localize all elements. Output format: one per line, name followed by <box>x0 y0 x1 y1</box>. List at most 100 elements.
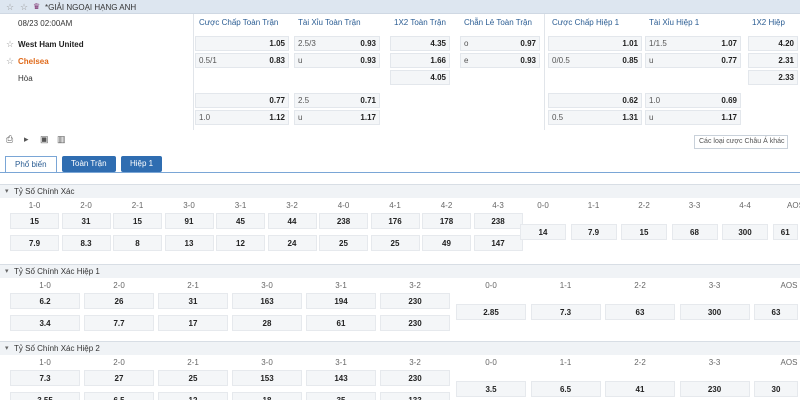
odds-button[interactable]: 230 <box>679 381 750 397</box>
odds-button[interactable]: 3.55 <box>10 392 80 400</box>
odds-button[interactable]: 27 <box>84 370 154 386</box>
odds-button[interactable]: 3.5 <box>456 381 526 397</box>
odds-cell[interactable]: u 1.17 <box>294 110 380 125</box>
odds-cell[interactable]: 0/0.5 0.85 <box>548 53 642 68</box>
odds-button[interactable]: 7.3 <box>10 370 80 386</box>
odds-cell[interactable]: 2.5 0.71 <box>294 93 380 108</box>
odds-cell[interactable]: u 0.77 <box>645 53 741 68</box>
odds-button[interactable]: 41 <box>605 381 675 397</box>
odds-button[interactable]: 25 <box>370 235 420 251</box>
odds-button[interactable]: 2.85 <box>456 304 526 320</box>
odds-cell[interactable]: o 0.97 <box>460 36 540 51</box>
odds-cell[interactable]: 1.0 1.12 <box>195 110 289 125</box>
section-header[interactable]: ▾ Tỷ Số Chính Xác Hiệp 1 <box>0 264 800 278</box>
odds-cell[interactable]: u 0.93 <box>294 53 380 68</box>
odds-button[interactable]: 14 <box>520 224 566 240</box>
star-icon[interactable]: ☆ <box>6 2 14 13</box>
odds-button[interactable]: 12 <box>216 235 265 251</box>
odds-button[interactable]: 143 <box>306 370 376 386</box>
odds-button[interactable]: 230 <box>380 315 450 331</box>
odds-button[interactable]: 7.9 <box>570 224 617 240</box>
odds-cell[interactable]: 1.66 <box>390 53 450 68</box>
odds-cell[interactable]: 1.0 0.69 <box>645 93 741 108</box>
odds-button[interactable]: 61 <box>306 315 376 331</box>
odds-button[interactable]: 44 <box>267 213 317 229</box>
odds-button[interactable]: 61 <box>772 224 798 240</box>
odds-cell[interactable]: 4.35 <box>390 36 450 51</box>
odds-button[interactable]: 63 <box>605 304 675 320</box>
odds-cell[interactable]: u 1.17 <box>645 110 741 125</box>
odds-button[interactable]: 63 <box>754 304 798 320</box>
odds-button[interactable]: 6.2 <box>10 293 80 309</box>
stats-icon[interactable]: ▥ <box>57 134 66 145</box>
column-header[interactable]: 1X2 Hiệp <box>752 18 785 27</box>
odds-cell[interactable]: 2.5/3 0.93 <box>294 36 380 51</box>
odds-cell[interactable]: 1.01 <box>548 36 642 51</box>
column-header[interactable]: Cược Chấp Toàn Trận <box>199 18 278 27</box>
odds-button[interactable]: 25 <box>158 370 228 386</box>
odds-button[interactable]: 163 <box>232 293 302 309</box>
star-icon[interactable]: ☆ <box>20 2 28 13</box>
odds-button[interactable]: 15 <box>10 213 59 229</box>
stream-icon[interactable]: ▣ <box>40 134 49 145</box>
tab-first-half[interactable]: Hiệp 1 <box>121 156 163 172</box>
chevron-down-icon[interactable]: ▾ <box>5 344 9 352</box>
odds-button[interactable]: 35 <box>306 392 376 400</box>
chevron-down-icon[interactable]: ▾ <box>5 267 9 275</box>
odds-cell[interactable]: 4.05 <box>390 70 450 85</box>
star-icon[interactable]: ☆ <box>6 39 14 50</box>
odds-button[interactable]: 25 <box>319 235 368 251</box>
odds-cell[interactable]: 0.77 <box>195 93 289 108</box>
odds-button[interactable]: 12 <box>158 392 228 400</box>
odds-button[interactable]: 300 <box>679 304 750 320</box>
odds-button[interactable]: 8.3 <box>61 235 111 251</box>
odds-button[interactable]: 6.5 <box>530 381 601 397</box>
odds-button[interactable]: 26 <box>84 293 154 309</box>
odds-button[interactable]: 8 <box>113 235 162 251</box>
odds-button[interactable]: 30 <box>754 381 798 397</box>
odds-button[interactable]: 45 <box>216 213 265 229</box>
market-dropdown[interactable]: Các loại cược Châu Á khác <box>694 135 788 149</box>
odds-button[interactable]: 194 <box>306 293 376 309</box>
odds-button[interactable]: 230 <box>380 293 450 309</box>
odds-button[interactable]: 68 <box>671 224 718 240</box>
odds-button[interactable]: 18 <box>232 392 302 400</box>
odds-button[interactable]: 7.9 <box>10 235 59 251</box>
star-icon[interactable]: ☆ <box>6 56 14 67</box>
odds-button[interactable]: 15 <box>113 213 162 229</box>
odds-button[interactable]: 238 <box>473 213 523 229</box>
section-header[interactable]: ▾ Tỷ Số Chính Xác Hiệp 2 <box>0 341 800 355</box>
chevron-down-icon[interactable]: ▾ <box>5 187 9 195</box>
odds-button[interactable]: 28 <box>232 315 302 331</box>
column-header[interactable]: 1X2 Toàn Trận <box>394 18 446 27</box>
odds-button[interactable]: 15 <box>621 224 667 240</box>
odds-button[interactable]: 176 <box>370 213 420 229</box>
odds-button[interactable]: 91 <box>164 213 214 229</box>
odds-button[interactable]: 300 <box>722 224 768 240</box>
column-header[interactable]: Tài Xỉu Hiệp 1 <box>649 18 699 27</box>
odds-button[interactable]: 238 <box>319 213 368 229</box>
print-icon[interactable]: ⎙ <box>6 134 13 145</box>
odds-button[interactable]: 230 <box>380 370 450 386</box>
odds-cell[interactable]: 1/1.5 1.07 <box>645 36 741 51</box>
odds-button[interactable]: 3.4 <box>10 315 80 331</box>
odds-button[interactable]: 133 <box>380 392 450 400</box>
odds-button[interactable]: 178 <box>422 213 471 229</box>
odds-cell[interactable]: 0.5 1.31 <box>548 110 642 125</box>
odds-cell[interactable]: 4.20 <box>748 36 798 51</box>
tab-full-time[interactable]: Toàn Trận <box>62 156 116 172</box>
odds-cell[interactable]: 1.05 <box>195 36 289 51</box>
column-header[interactable]: Tài Xỉu Toàn Trận <box>298 18 361 27</box>
odds-button[interactable]: 17 <box>158 315 228 331</box>
odds-button[interactable]: 13 <box>164 235 214 251</box>
odds-cell[interactable]: e 0.93 <box>460 53 540 68</box>
odds-button[interactable]: 153 <box>232 370 302 386</box>
odds-button[interactable]: 7.7 <box>84 315 154 331</box>
odds-button[interactable]: 31 <box>61 213 111 229</box>
odds-button[interactable]: 147 <box>473 235 523 251</box>
odds-button[interactable]: 7.3 <box>530 304 601 320</box>
odds-button[interactable]: 31 <box>158 293 228 309</box>
column-header[interactable]: Chẵn Lẻ Toàn Trận <box>464 18 532 27</box>
odds-button[interactable]: 49 <box>422 235 471 251</box>
tab-popular[interactable]: Phổ biến <box>5 156 57 172</box>
